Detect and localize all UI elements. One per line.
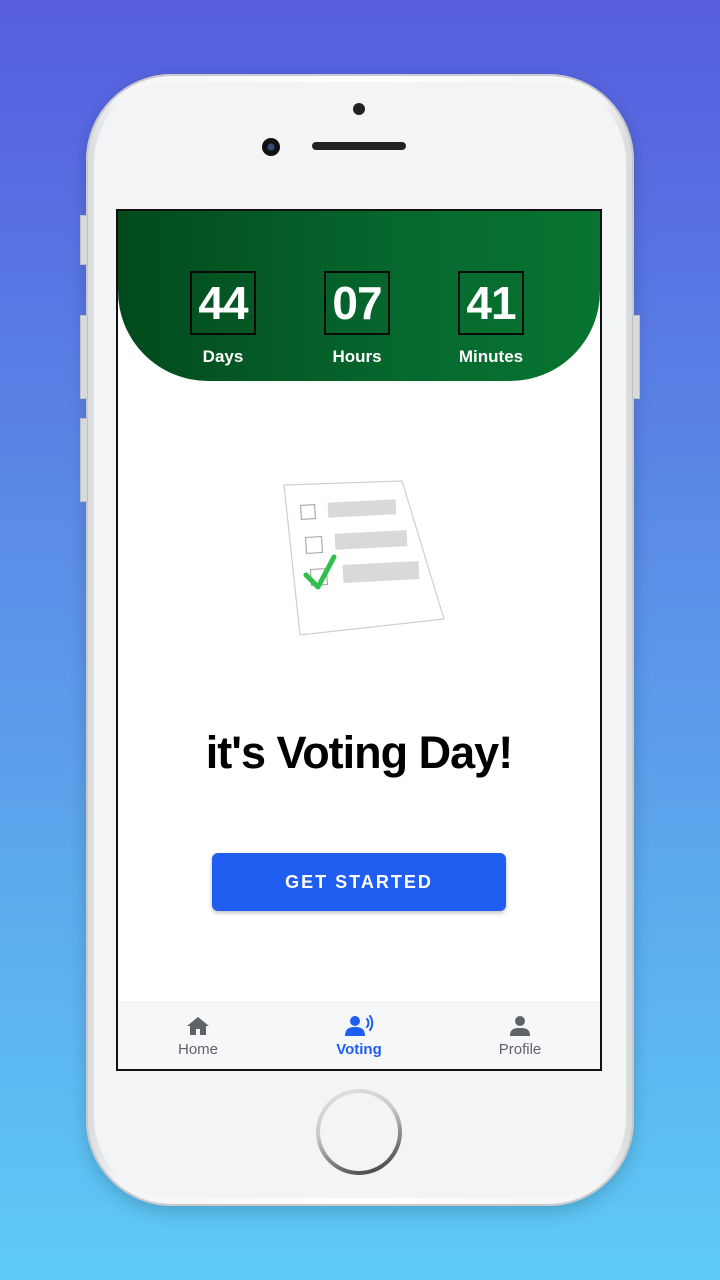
home-icon (187, 1017, 209, 1035)
get-started-button[interactable]: GET STARTED (212, 853, 506, 911)
countdown-hours-value: 07 (324, 271, 390, 335)
front-sensor (353, 103, 365, 115)
countdown-hours: 07 Hours (324, 271, 390, 367)
countdown-days-label: Days (202, 347, 244, 366)
countdown-header: 44 Days 07 Hours 41 Minutes (118, 211, 600, 381)
app-screen: 44 Days 07 Hours 41 Minutes it's Voting … (116, 209, 602, 1071)
side-button-volume-down (80, 418, 88, 502)
front-camera (262, 138, 280, 156)
nav-label-profile: Profile (498, 1041, 542, 1058)
nav-label-home: Home (177, 1041, 218, 1058)
side-button-volume-up (80, 315, 88, 399)
earpiece-speaker (312, 142, 406, 150)
side-button-mute (80, 215, 88, 265)
countdown-days-value: 44 (190, 271, 256, 335)
profile-icon (510, 1016, 530, 1036)
countdown-days: 44 Days (190, 271, 256, 367)
countdown-minutes-value: 41 (458, 271, 524, 335)
bottom-navigation: Home Voting Profile (118, 1002, 600, 1069)
nav-item-profile[interactable]: Profile (460, 1015, 580, 1058)
voting-icon (345, 1015, 374, 1036)
nav-item-home[interactable]: Home (138, 1015, 258, 1058)
nav-label-voting: Voting (336, 1041, 382, 1058)
countdown-hours-label: Hours (332, 347, 382, 366)
home-button[interactable] (316, 1089, 402, 1175)
ballot-checklist-icon (283, 480, 445, 636)
nav-item-voting[interactable]: Voting (299, 1015, 419, 1058)
countdown-minutes: 41 Minutes (458, 271, 524, 367)
side-button-power (632, 315, 640, 399)
countdown-minutes-label: Minutes (458, 347, 524, 366)
voting-day-headline: it's Voting Day! (205, 727, 513, 778)
